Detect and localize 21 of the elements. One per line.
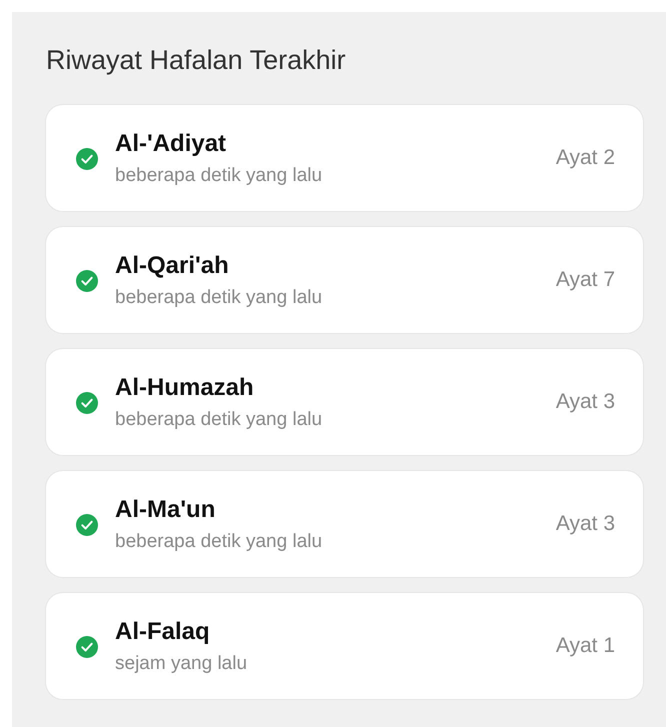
ayat-label: Ayat 3: [556, 390, 615, 414]
ayat-label: Ayat 3: [556, 512, 615, 536]
history-card[interactable]: Al-Ma'un beberapa detik yang lalu Ayat 3: [46, 471, 643, 577]
history-card[interactable]: Al-'Adiyat beberapa detik yang lalu Ayat 2: [46, 105, 643, 211]
surah-name: Al-Ma'un: [115, 496, 216, 524]
time-ago: beberapa detik yang lalu: [115, 530, 324, 552]
ayat-label: Ayat 7: [556, 268, 615, 292]
time-ago: sejam yang lalu: [115, 652, 248, 674]
time-ago: beberapa detik yang lalu: [115, 286, 324, 308]
history-card[interactable]: Al-Humazah beberapa detik yang lalu Ayat 3: [46, 349, 643, 455]
history-card[interactable]: Al-Falaq sejam yang lalu Ayat 1: [46, 593, 643, 699]
surah-name: Al-Qari'ah: [115, 252, 230, 280]
ayat-label: Ayat 2: [556, 146, 615, 170]
time-ago: beberapa detik yang lalu: [115, 164, 324, 186]
time-ago: beberapa detik yang lalu: [115, 408, 324, 430]
ayat-label: Ayat 1: [556, 634, 615, 658]
surah-name: Al-Falaq: [115, 618, 211, 646]
surah-name: Al-'Adiyat: [115, 130, 228, 158]
section-title: Riwayat Hafalan Terakhir: [46, 44, 347, 77]
history-card[interactable]: Al-Qari'ah beberapa detik yang lalu Ayat 7: [46, 227, 643, 333]
surah-name: Al-Humazah: [115, 374, 255, 402]
